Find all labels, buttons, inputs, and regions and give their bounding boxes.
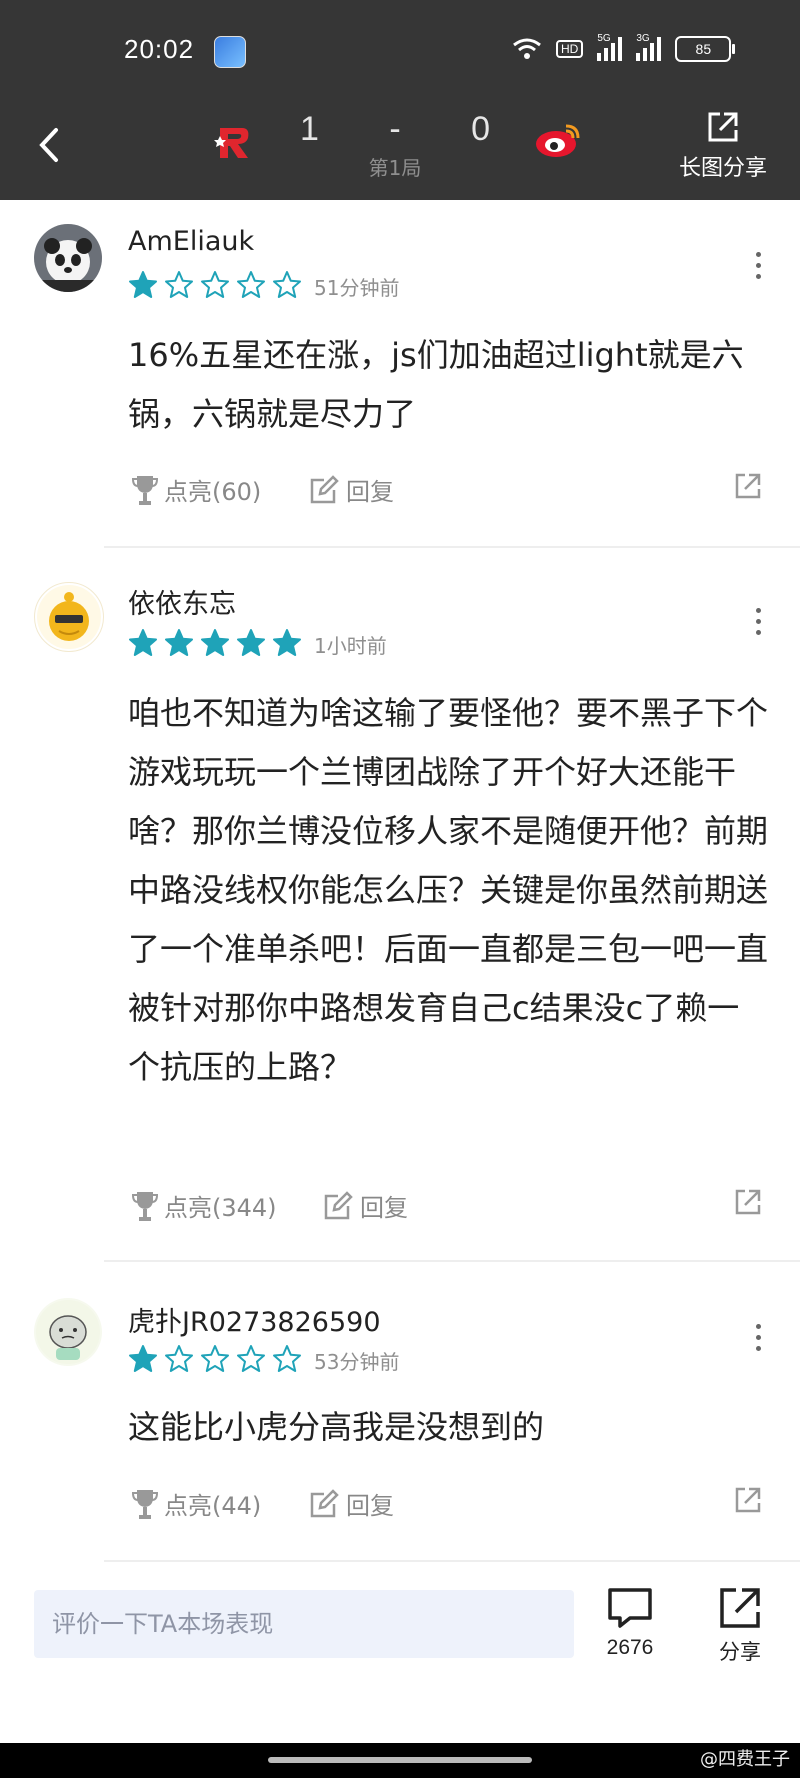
edit-icon [310,1488,339,1517]
back-arrow-icon[interactable] [30,120,70,170]
avatar[interactable] [34,224,102,292]
comment-icon [608,1588,652,1628]
like-button[interactable]: 点亮(44) [132,1486,261,1521]
reply-label: 回复 [360,1194,408,1222]
more-options-icon[interactable] [756,252,764,285]
star-filled-icon [129,1345,157,1372]
like-button[interactable]: 点亮(344) [132,1188,277,1223]
trophy-icon [132,1489,158,1519]
bottom-bar: 评价一下TA本场表现 2676 分享 [0,1570,800,1750]
share-icon [720,1588,760,1628]
score-left: 1 [300,110,319,148]
share-icon[interactable] [734,1188,762,1216]
star-empty-icon [273,271,301,298]
app-notification-icon [214,36,246,68]
star-filled-icon [129,629,157,656]
edit-icon [324,1190,353,1219]
timestamp: 1小时前 [314,634,387,658]
share-icon[interactable] [734,1486,762,1514]
comment-text: 咱也不知道为啥这输了要怪他？要不黑子下个游戏玩玩一个兰博团战除了开个好大还能干啥… [128,694,769,1086]
score-right: 0 [471,110,490,148]
system-nav-bar [0,1743,800,1778]
like-label: 点亮(344) [164,1194,277,1222]
star-empty-icon [273,1345,301,1372]
star-rating [128,1344,302,1374]
match-header: 1 - 0 第1局 长图分享 [0,100,800,200]
like-label: 点亮(60) [164,478,262,506]
star-empty-icon [165,1345,193,1372]
share-icon [708,112,738,142]
hd-icon: HD [556,40,584,58]
like-button[interactable]: 点亮(60) [132,472,261,507]
comment-actions: 点亮(344) 回复 [132,1188,772,1228]
status-icons: HD 5G 3G 85 [512,33,736,62]
trophy-icon [132,1191,158,1221]
star-empty-icon [165,271,193,298]
star-filled-icon [237,629,265,656]
star-filled-icon [129,271,157,298]
signal-3g-icon: 3G [636,33,662,61]
clock: 20:02 [124,34,195,64]
edit-icon [310,474,339,503]
comment-item: 依依东忘 1小时前 咱也不知道为啥这输了要怪他？要不黑子下个游戏玩玩一个兰博团战… [0,548,800,1262]
avatar[interactable] [34,1298,102,1366]
comment-actions: 点亮(60) 回复 [132,472,772,512]
username[interactable]: 依依东忘 [128,582,236,621]
share-button[interactable]: 分享 [718,1586,762,1666]
comment-text: 16%五星还在涨，js们加油超过light就是六锅，六锅就是尽力了 [128,336,744,433]
username[interactable]: AmEliauk [128,226,254,257]
star-empty-icon [201,1345,229,1372]
comments-button[interactable]: 2676 [606,1586,654,1660]
divider [104,1560,800,1562]
long-image-share-button[interactable]: 长图分享 [668,110,778,182]
reply-button[interactable]: 回复 [308,1486,394,1521]
reply-label: 回复 [346,478,394,506]
team-left-logo-icon [214,128,249,158]
like-label: 点亮(44) [164,1492,262,1520]
star-empty-icon [237,1345,265,1372]
star-empty-icon [237,271,265,298]
star-empty-icon [201,271,229,298]
more-options-icon[interactable] [756,608,764,641]
share-icon[interactable] [734,472,762,500]
comment-item: 虎扑JR0273826590 53分钟前 这能比小虎分高我是没想到的 点亮(44… [0,1262,800,1562]
comment-text: 这能比小虎分高我是没想到的 [128,1408,545,1446]
signal-5g-icon: 5G [597,33,623,61]
watermark: @四费王子 [700,1749,790,1770]
share-label: 分享 [719,1641,761,1664]
team-right-logo-icon [536,124,580,157]
scoreboard: 1 - 0 [300,110,490,149]
status-bar: 20:02 HD 5G 3G 85 [0,0,800,100]
reply-button[interactable]: 回复 [308,472,394,507]
star-rating [128,628,302,658]
trophy-icon [132,475,158,505]
round-label: 第1局 [368,156,422,180]
battery-icon: 85 [675,36,736,62]
username[interactable]: 虎扑JR0273826590 [128,1300,381,1339]
wifi-icon [513,38,541,59]
star-filled-icon [165,629,193,656]
more-options-icon[interactable] [756,1324,764,1357]
star-filled-icon [201,629,229,656]
comment-count: 2676 [606,1636,654,1659]
star-rating [128,270,302,300]
reply-label: 回复 [346,1492,394,1520]
reply-button[interactable]: 回复 [322,1188,408,1223]
star-filled-icon [273,629,301,656]
comment-item: AmEliauk 51分钟前 16%五星还在涨，js们加油超过light就是六锅… [0,200,800,548]
timestamp: 51分钟前 [314,276,400,300]
score-separator: - [389,110,401,148]
avatar[interactable] [34,582,104,652]
home-indicator[interactable] [268,1757,532,1763]
long-image-share-label: 长图分享 [678,156,767,181]
rating-comment-input[interactable]: 评价一下TA本场表现 [34,1590,574,1658]
comment-actions: 点亮(44) 回复 [132,1486,772,1526]
timestamp: 53分钟前 [314,1350,400,1374]
